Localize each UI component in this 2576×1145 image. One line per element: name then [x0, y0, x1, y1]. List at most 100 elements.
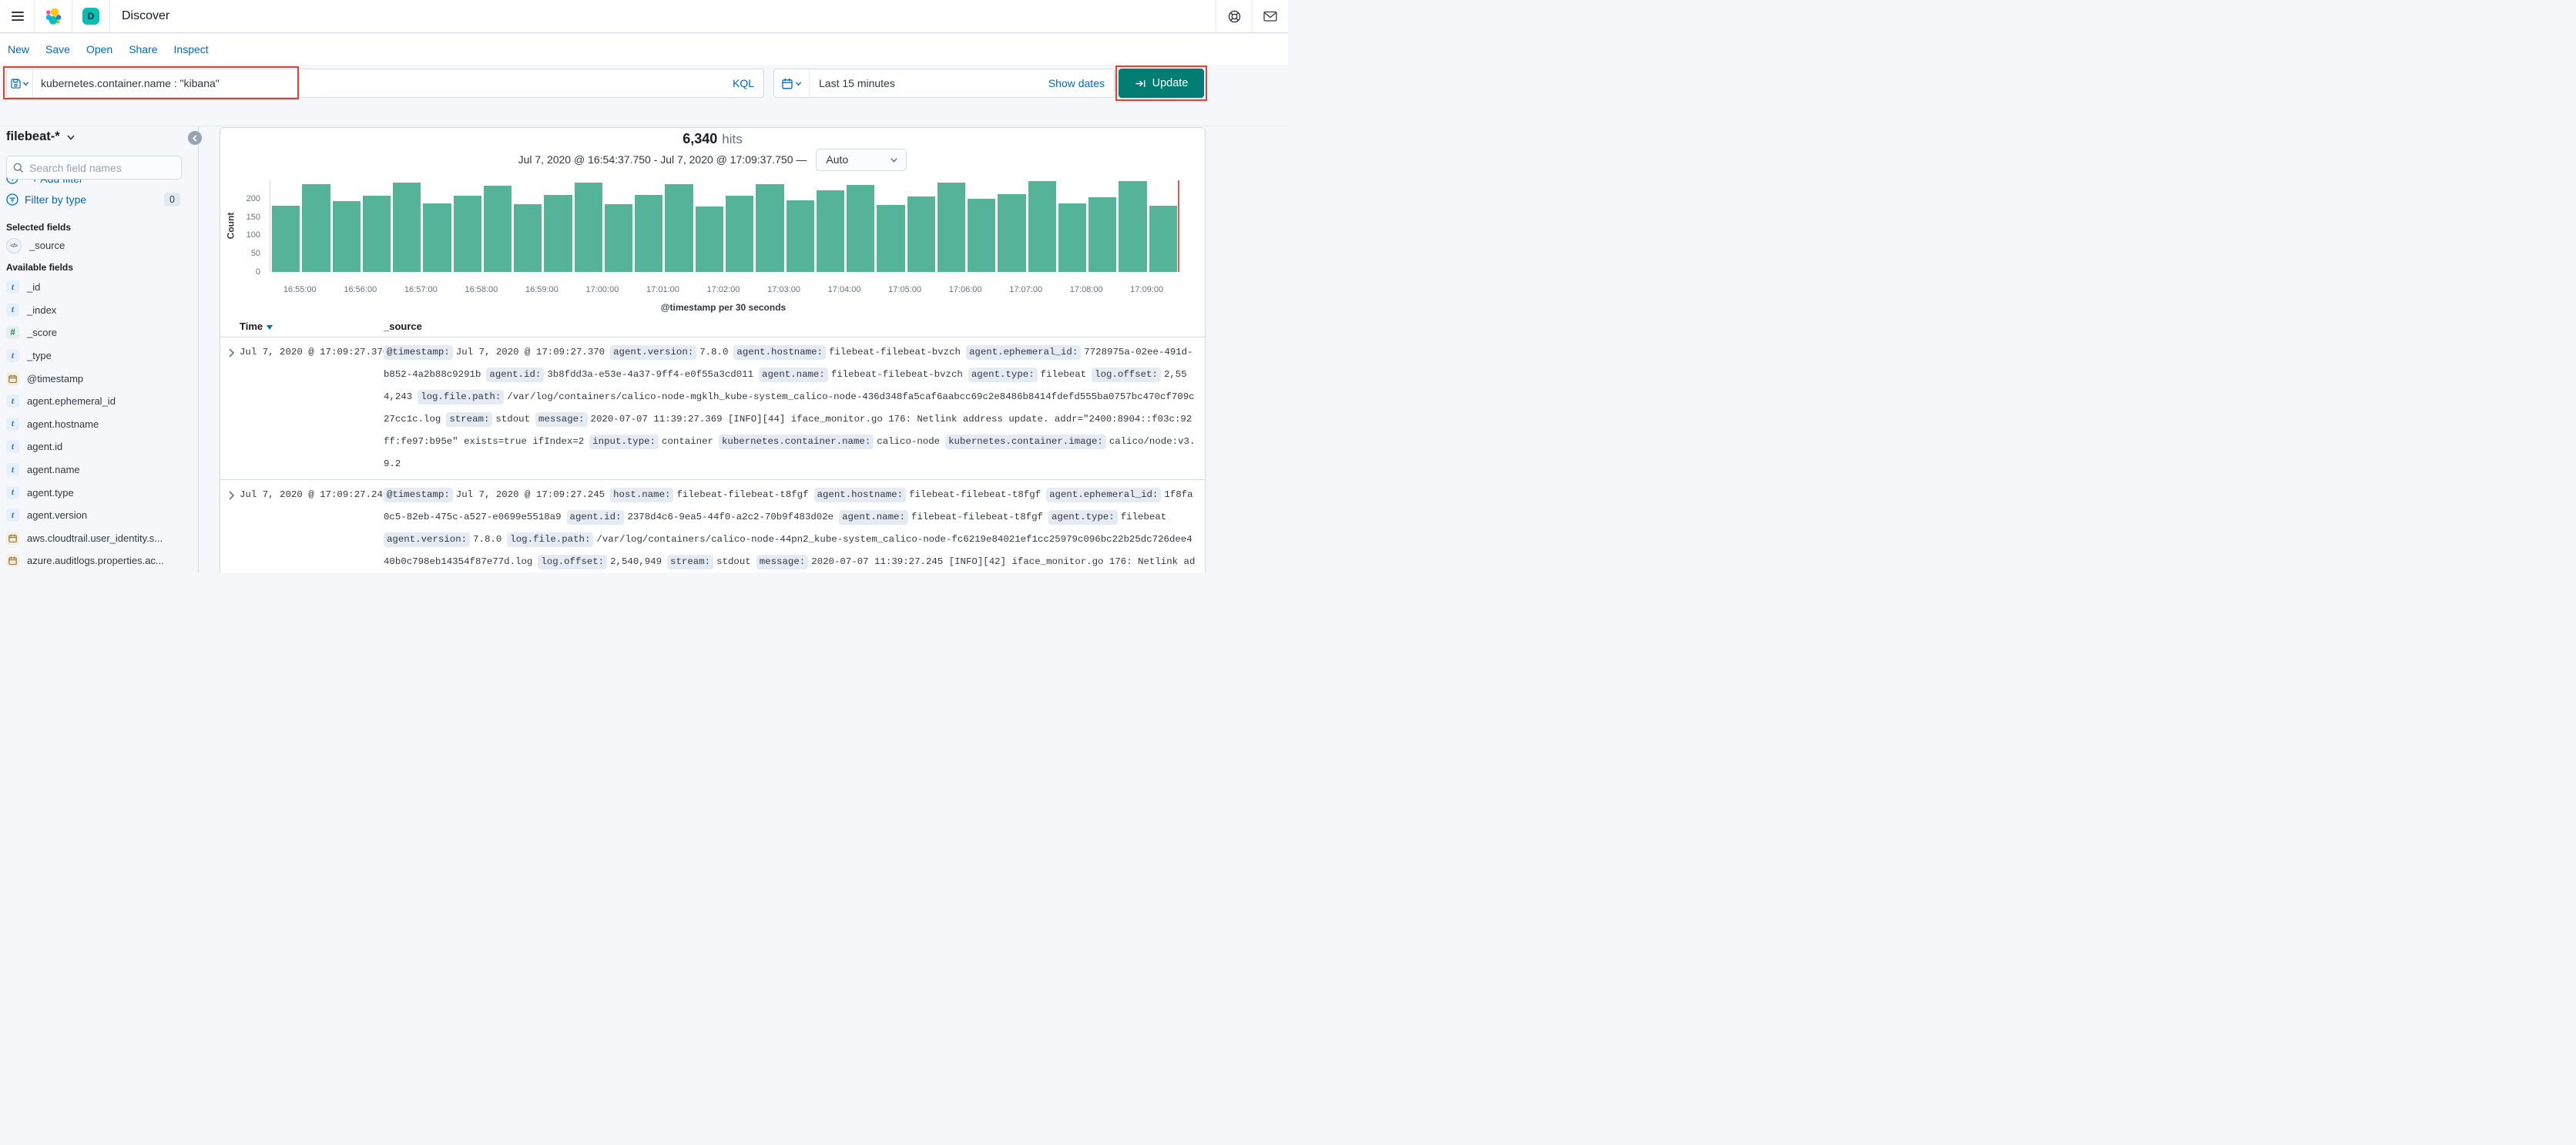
field-item-_type[interactable]: t _type — [6, 344, 191, 368]
interval-select[interactable]: Auto — [816, 148, 907, 171]
field-search-box — [6, 156, 182, 180]
histogram-bar — [937, 183, 966, 272]
histogram-bar — [604, 203, 633, 272]
expand-row-icon[interactable] — [228, 490, 235, 504]
query-strip: KQL Last 15 minutes Show dates — [0, 65, 1288, 185]
range-row: Jul 7, 2020 @ 16:54:37.750 - Jul 7, 2020… — [220, 148, 1205, 171]
histogram-bars[interactable] — [270, 180, 1179, 272]
field-name: azure.auditlogs.properties.ac... — [27, 555, 164, 567]
field-value: 2,540,949 — [610, 556, 662, 567]
string-type-icon: t — [6, 303, 19, 317]
field-item-agent.hostname[interactable]: t agent.hostname — [6, 413, 191, 436]
histogram-bar — [786, 200, 814, 272]
nav-link-new[interactable]: New — [5, 42, 32, 57]
selected-fields-heading: Selected fields — [6, 222, 72, 233]
save-query-icon — [10, 78, 21, 89]
x-tick-label: 16:59:00 — [525, 285, 558, 294]
nav-link-save[interactable]: Save — [42, 42, 73, 57]
help-icon[interactable] — [1216, 0, 1252, 32]
hits-count: 6,340 — [683, 131, 718, 146]
date-type-icon — [6, 531, 19, 545]
field-key: log.offset: — [1092, 368, 1161, 382]
field-value: stdout — [495, 414, 531, 425]
x-tick-label: 17:04:00 — [827, 285, 861, 294]
field-item-agent.id[interactable]: t agent.id — [6, 435, 191, 458]
field-key: kubernetes.container.name: — [718, 435, 874, 449]
field-key: agent.name: — [759, 368, 828, 382]
histogram-bar — [968, 198, 996, 272]
source-column-header: _source — [384, 321, 422, 332]
string-type-icon: t — [6, 440, 19, 454]
show-dates-button[interactable]: Show dates — [1048, 77, 1105, 89]
menu-icon[interactable] — [6, 11, 29, 22]
field-key: log.file.path: — [507, 532, 594, 547]
field-value: container — [662, 436, 713, 447]
field-value: 7.8.0 — [699, 347, 729, 358]
field-key: message: — [535, 412, 588, 427]
histogram-bar — [1149, 206, 1177, 272]
histogram-bar — [514, 203, 542, 272]
expand-row-icon[interactable] — [228, 348, 235, 361]
y-tick-label: 150 — [246, 212, 260, 222]
space-avatar[interactable]: D — [82, 8, 99, 25]
nav-link-open[interactable]: Open — [83, 42, 116, 57]
nav-link-share[interactable]: Share — [126, 42, 160, 57]
field-item-_score[interactable]: # _score — [6, 321, 191, 344]
field-item-agent.name[interactable]: t agent.name — [6, 458, 191, 482]
collapse-sidebar-icon[interactable] — [188, 131, 202, 145]
x-tick-label: 16:55:00 — [283, 285, 317, 294]
x-tick-label: 17:02:00 — [706, 285, 740, 294]
field-value: filebeat — [1120, 512, 1167, 522]
quick-select-date-button[interactable] — [774, 69, 810, 97]
field-name: _id — [27, 281, 41, 294]
field-name: agent.ephemeral_id — [27, 395, 116, 408]
field-key: host.name: — [610, 488, 674, 502]
x-tick-label: 17:00:00 — [585, 285, 619, 294]
mail-icon[interactable] — [1253, 0, 1288, 32]
histogram-bar — [1058, 203, 1087, 272]
update-label: Update — [1152, 77, 1189, 89]
histogram-bar — [272, 206, 300, 272]
field-key: log.offset: — [538, 555, 608, 569]
filter-icon — [6, 193, 18, 206]
search-input[interactable] — [29, 161, 160, 174]
field-item-azure.auditlogs.properties.ac...[interactable]: azure.auditlogs.properties.ac... — [6, 549, 191, 572]
field-item-aws.cloudtrail.user_identity.s...[interactable]: aws.cloudtrail.user_identity.s... — [6, 527, 191, 550]
field-item-_id[interactable]: t _id — [6, 276, 191, 299]
row-time: Jul 7, 2020 @ 17:09:27.370 — [240, 347, 389, 358]
field-item-_source[interactable]: </> _source — [6, 234, 191, 257]
index-pattern-switcher[interactable]: filebeat-* — [6, 129, 75, 144]
saved-query-menu-button[interactable] — [7, 69, 33, 97]
query-language-button[interactable]: KQL — [733, 77, 763, 89]
histogram-bar — [483, 186, 512, 272]
field-key: agent.version: — [384, 532, 471, 547]
field-value: calico-node — [877, 436, 941, 447]
field-name: _type — [27, 350, 52, 362]
source-type-icon: </> — [6, 237, 22, 254]
selected-fields-list: </> _source — [6, 234, 191, 257]
divider — [109, 0, 110, 32]
field-value: Jul 7, 2020 @ 17:09:27.370 — [455, 347, 605, 358]
field-name: @timestamp — [27, 372, 84, 384]
filter-by-type-button[interactable]: Filter by type 0 — [6, 193, 180, 207]
nav-link-inspect[interactable]: Inspect — [171, 42, 212, 57]
field-name: agent.hostname — [27, 418, 99, 430]
top-bar-right — [1216, 0, 1288, 32]
field-item-_index[interactable]: t _index — [6, 299, 191, 322]
field-name: _source — [29, 240, 65, 252]
time-column-header[interactable]: Time — [240, 321, 273, 332]
string-type-icon: t — [6, 280, 19, 294]
time-range-value[interactable]: Last 15 minutes — [819, 77, 895, 89]
histogram-bar — [635, 195, 663, 272]
field-item-agent.ephemeral_id[interactable]: t agent.ephemeral_id — [6, 390, 191, 413]
query-input[interactable] — [33, 77, 733, 89]
string-type-icon: t — [6, 395, 19, 408]
field-item-@timestamp[interactable]: @timestamp — [6, 367, 191, 390]
update-button[interactable]: Update — [1119, 69, 1204, 98]
x-tick-label: 17:01:00 — [646, 285, 679, 294]
histogram-bar — [907, 196, 935, 272]
histogram-bar — [756, 183, 784, 272]
field-item-agent.type[interactable]: t agent.type — [6, 481, 191, 504]
elastic-logo[interactable] — [35, 8, 72, 25]
field-item-agent.version[interactable]: t agent.version — [6, 504, 191, 527]
